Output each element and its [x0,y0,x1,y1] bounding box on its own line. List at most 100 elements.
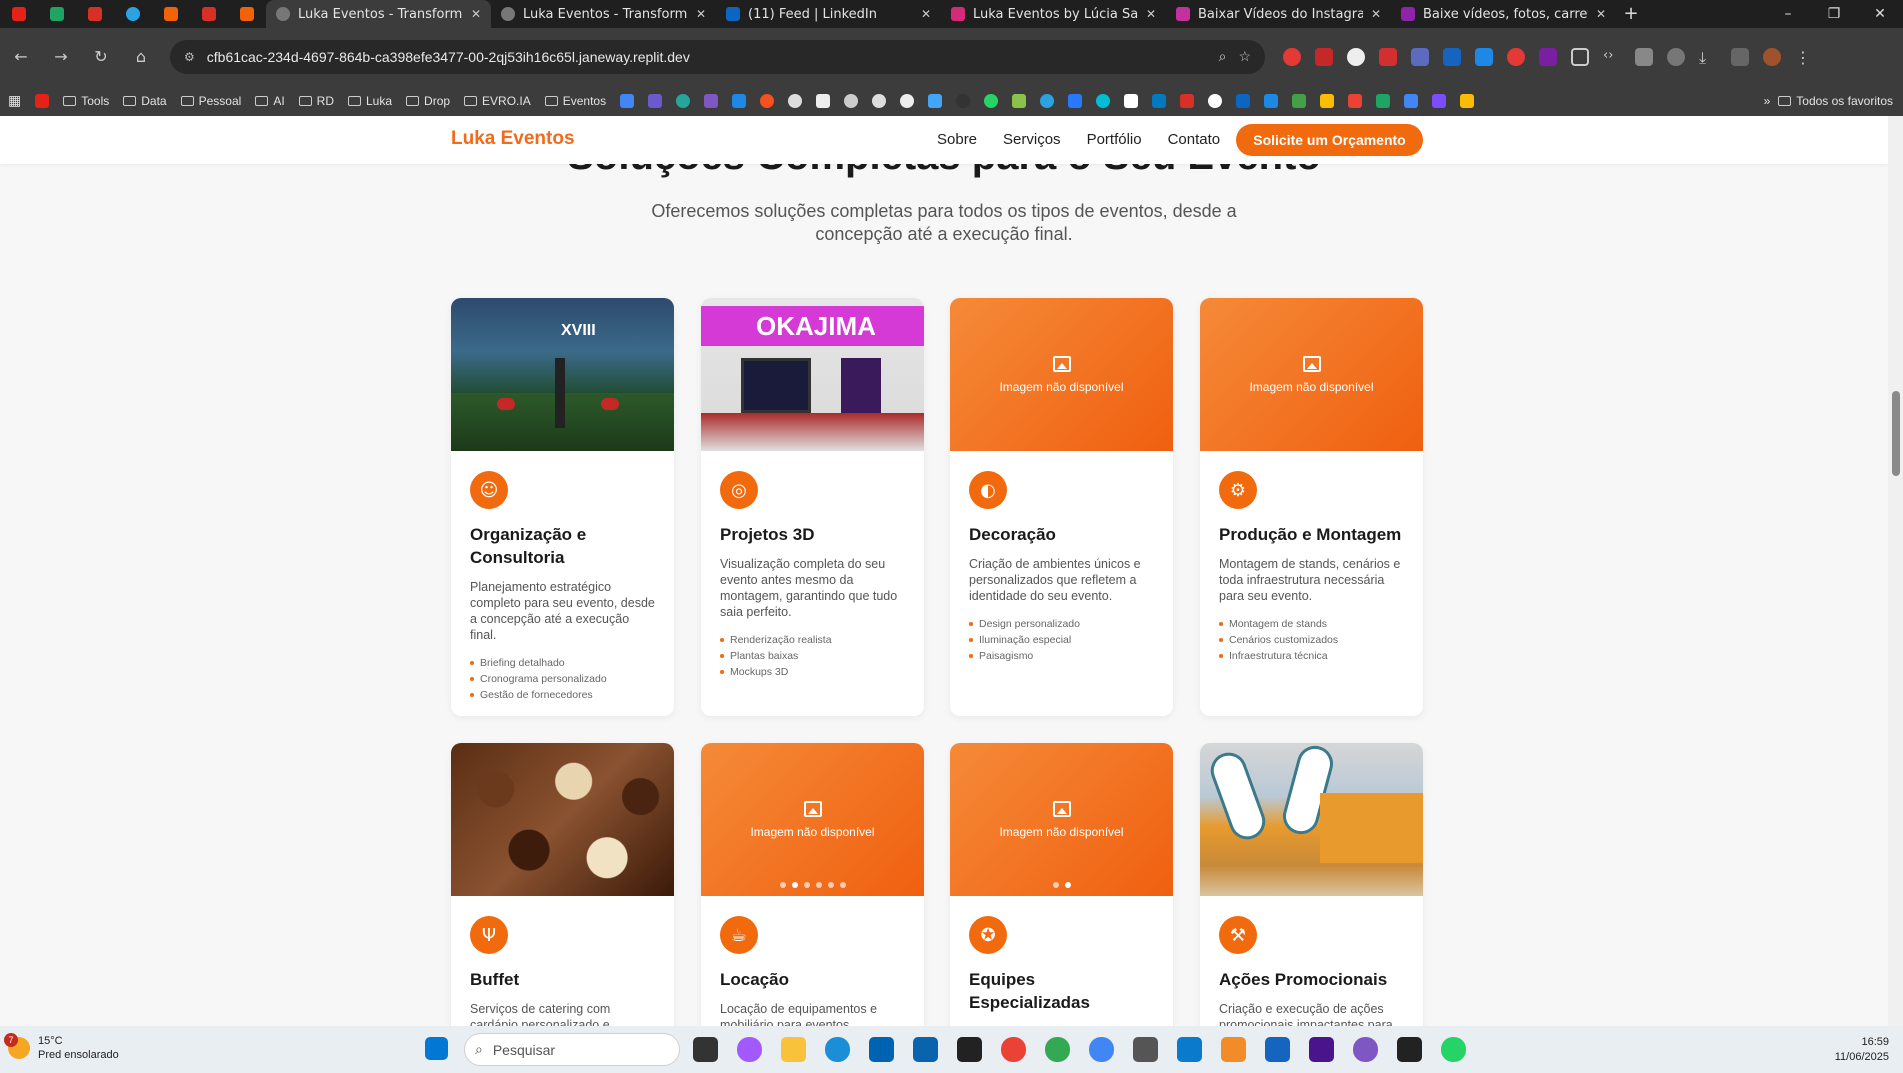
menu-item-contato[interactable]: Contato [1168,131,1221,148]
carousel-dot-active[interactable] [791,882,798,888]
pinned-tab-gmail[interactable] [76,0,114,28]
service-card[interactable]: Imagem não disponível ☕ Locação Locação … [701,743,924,1026]
extension-icon[interactable] [1539,47,1557,66]
page-scrollbar[interactable] [1888,116,1903,1026]
extension-icon[interactable] [1411,47,1429,66]
app-icon[interactable] [957,1037,982,1062]
bookmark-icon[interactable] [900,93,915,108]
bookmark-icon[interactable] [1432,93,1447,108]
tab-search-icon[interactable] [1731,47,1749,66]
docs-icon[interactable] [1404,93,1419,108]
chevron-right-icon[interactable]: » [1764,94,1771,108]
bookmark-icon[interactable] [1096,93,1111,108]
app-icon[interactable] [1353,1037,1378,1062]
extension-icon[interactable] [1667,47,1685,66]
file-explorer-icon[interactable] [781,1037,806,1062]
carousel-dot[interactable] [803,882,810,888]
outlook-icon[interactable] [913,1037,938,1062]
bookmark-folder-evroia[interactable]: EVRO.IA [464,94,531,108]
close-icon[interactable]: ✕ [1371,7,1381,21]
gmail-icon[interactable] [1180,93,1195,108]
bookmark-folder-data[interactable]: Data [123,94,167,108]
tab-luka-eventos-1[interactable]: Luka Eventos - Transformando ✕ [266,0,491,28]
service-card[interactable]: Imagem não disponível ⚙ Produção e Monta… [1200,298,1423,716]
site-settings-icon[interactable]: ⚙ [184,50,195,64]
tab-linkedin[interactable]: (11) Feed | LinkedIn ✕ [716,0,941,28]
menu-item-sobre[interactable]: Sobre [937,131,977,148]
minimize-icon[interactable]: – [1765,0,1811,28]
bookmark-icon[interactable] [788,93,803,108]
download-icon[interactable]: ⤓ [1699,48,1717,67]
bookmark-icon[interactable] [984,93,999,108]
close-icon[interactable]: ✕ [1596,7,1606,21]
bookmark-icon[interactable] [816,93,831,108]
bookmark-folder-eventos[interactable]: Eventos [544,94,606,108]
bookmark-icon[interactable] [1124,93,1139,108]
star-icon[interactable]: ☆ [1238,48,1251,65]
image-carousel[interactable]: Imagem não disponível [950,743,1173,896]
bookmark-icon[interactable] [648,93,663,108]
chrome-icon[interactable] [1045,1037,1070,1062]
extension-icon[interactable] [1507,47,1525,66]
close-icon[interactable]: ✕ [1146,7,1156,21]
vscode-icon[interactable] [1177,1037,1202,1062]
menu-item-servicos[interactable]: Serviços [1003,131,1061,148]
tab-baixar-videos[interactable]: Baixar Vídeos do Instagram ✕ [1166,0,1391,28]
service-card[interactable]: ⚒ Ações Promocionais Criação e execução … [1200,743,1423,1026]
bookmark-icon[interactable] [1068,93,1083,108]
chrome-icon[interactable] [1001,1037,1026,1062]
extension-icon[interactable] [1315,47,1333,66]
bookmark-folder-luka[interactable]: Luka [348,94,392,108]
app-icon[interactable] [1309,1037,1334,1062]
close-window-icon[interactable]: ✕ [1857,0,1903,28]
avatar[interactable] [1763,47,1781,66]
bookmark-icon[interactable] [1012,93,1027,108]
scrollbar-thumb[interactable] [1892,391,1900,476]
bookmark-folder-drop[interactable]: Drop [406,94,450,108]
menu-item-portfolio[interactable]: Portfólio [1087,131,1142,148]
tab-instagram[interactable]: Luka Eventos by Lúcia Salgado ✕ [941,0,1166,28]
bookmark-icon[interactable] [676,93,691,108]
home-icon[interactable]: ⌂ [130,47,152,66]
new-tab-button[interactable]: + [1616,0,1646,28]
bookmark-folder-rd[interactable]: RD [298,94,334,108]
code-icon[interactable]: ‹› [1603,48,1621,66]
address-bar[interactable]: ⚙ cfb61cac-234d-4697-864b-ca398efe3477-0… [170,39,1265,74]
bookmark-icon[interactable] [704,93,719,108]
bookmark-folder-tools[interactable]: Tools [63,94,109,108]
menu-icon[interactable]: ⋮ [1795,48,1813,67]
linkedin-icon[interactable] [1236,93,1251,108]
service-card[interactable]: Imagem não disponível ✪ Equipes Especial… [950,743,1173,1026]
sublime-icon[interactable] [1221,1037,1246,1062]
google-icon[interactable] [1208,93,1223,108]
close-icon[interactable]: ✕ [921,7,931,21]
tab-luka-eventos-2[interactable]: Luka Eventos - Transformando ✕ [491,0,716,28]
back-icon[interactable]: ← [10,47,32,66]
system-clock[interactable]: 16:59 11/06/2025 [1835,1035,1889,1065]
carousel-dot[interactable] [815,882,822,888]
edge-icon[interactable] [825,1037,850,1062]
chrome-icon[interactable] [1089,1037,1114,1062]
service-card[interactable]: Ψ Buffet Serviços de catering com cardáp… [451,743,674,1026]
apps-grid-icon[interactable]: ▦ [8,92,21,109]
sheets-icon[interactable] [1376,93,1391,108]
carousel-dot[interactable] [827,882,834,888]
whatsapp-icon[interactable] [1441,1037,1466,1062]
bookmark-icon[interactable] [760,93,775,108]
pinned-tab-sheets[interactable] [38,0,76,28]
terminal-icon[interactable] [1397,1037,1422,1062]
bookmark-icon[interactable] [1292,93,1307,108]
service-card[interactable]: Imagem não disponível ◐ Decoração Criaçã… [950,298,1173,716]
zoom-icon[interactable]: ⌕ [1219,48,1227,65]
slides-icon[interactable] [1460,93,1475,108]
store-icon[interactable] [869,1037,894,1062]
site-logo[interactable]: Luka Eventos [451,128,575,150]
task-view-icon[interactable] [693,1037,718,1062]
calculator-icon[interactable] [1133,1037,1158,1062]
forward-icon[interactable]: → [50,47,72,66]
bookmark-icon[interactable] [872,93,887,108]
pinned-tab-gmail-2[interactable] [190,0,228,28]
drive-icon[interactable] [1320,93,1335,108]
bookmark-folder-pessoal[interactable]: Pessoal [180,94,241,108]
app-icon[interactable] [1265,1037,1290,1062]
